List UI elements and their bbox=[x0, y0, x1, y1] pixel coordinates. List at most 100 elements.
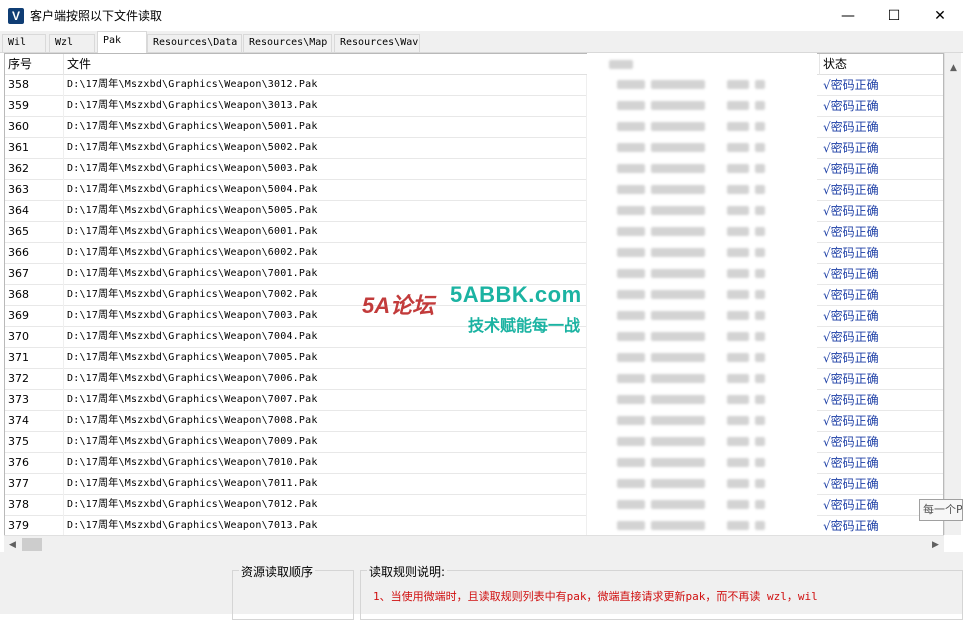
redacted-cell bbox=[755, 164, 765, 173]
row-index: 361 bbox=[5, 138, 64, 159]
redacted-cell bbox=[617, 227, 645, 236]
redacted-cell bbox=[651, 521, 705, 530]
redacted-cell bbox=[617, 164, 645, 173]
scroll-left-icon[interactable]: ◀ bbox=[4, 536, 21, 553]
redacted-cell bbox=[617, 290, 645, 299]
row-file-path: D:\17周年\Mszxbd\Graphics\Weapon\3013.Pak bbox=[64, 96, 587, 117]
redacted-cell bbox=[617, 395, 645, 404]
redacted-cell bbox=[727, 521, 749, 530]
row-status: √密码正确 bbox=[820, 285, 943, 306]
redacted-cell bbox=[727, 122, 749, 131]
rule-line-1: 1、当使用微端时，且读取规则列表中有pak，微端直接请求更新pak，而不再读 w… bbox=[373, 590, 818, 603]
row-index: 368 bbox=[5, 285, 64, 306]
tooltip: 每一个P bbox=[919, 499, 963, 521]
row-index: 375 bbox=[5, 432, 64, 453]
tab-bar: Wil Wzl Pak Resources\Data Resources\Map… bbox=[0, 31, 963, 53]
minimize-button[interactable]: — bbox=[825, 0, 871, 31]
redacted-cell bbox=[755, 332, 765, 341]
redacted-cell bbox=[727, 185, 749, 194]
row-index: 377 bbox=[5, 474, 64, 495]
read-order-group: 资源读取顺序 bbox=[232, 563, 354, 620]
row-status: √密码正确 bbox=[820, 474, 943, 495]
redacted-cell bbox=[755, 500, 765, 509]
horizontal-scroll-thumb[interactable] bbox=[22, 538, 42, 551]
redacted-cell bbox=[755, 101, 765, 110]
redacted-cell bbox=[651, 500, 705, 509]
column-header-status[interactable]: 状态 bbox=[820, 54, 943, 75]
row-index: 365 bbox=[5, 222, 64, 243]
redacted-cell bbox=[727, 416, 749, 425]
redacted-cell bbox=[727, 269, 749, 278]
redacted-cell bbox=[617, 122, 645, 131]
redacted-cell bbox=[727, 101, 749, 110]
redacted-cell bbox=[727, 479, 749, 488]
tab-wzl[interactable]: Wzl bbox=[49, 34, 95, 52]
redacted-cell bbox=[727, 227, 749, 236]
redacted-cell bbox=[651, 206, 705, 215]
redacted-cell bbox=[617, 479, 645, 488]
row-index: 363 bbox=[5, 180, 64, 201]
rules-group: 读取规则说明: 1、当使用微端时，且读取规则列表中有pak，微端直接请求更新pa… bbox=[360, 563, 963, 620]
row-index: 367 bbox=[5, 264, 64, 285]
redacted-cell bbox=[617, 458, 645, 467]
close-button[interactable]: ✕ bbox=[917, 0, 963, 31]
row-status: √密码正确 bbox=[820, 411, 943, 432]
row-file-path: D:\17周年\Mszxbd\Graphics\Weapon\7005.Pak bbox=[64, 348, 587, 369]
scroll-right-icon[interactable]: ▶ bbox=[927, 536, 944, 553]
tab-wil[interactable]: Wil bbox=[2, 34, 46, 52]
tab-resources-wav[interactable]: Resources\Wav bbox=[334, 34, 420, 52]
redacted-cell bbox=[617, 353, 645, 362]
row-file-path: D:\17周年\Mszxbd\Graphics\Weapon\7010.Pak bbox=[64, 453, 587, 474]
redacted-column bbox=[587, 53, 817, 564]
redacted-cell bbox=[617, 80, 645, 89]
redacted-cell bbox=[727, 395, 749, 404]
redacted-cell bbox=[651, 185, 705, 194]
row-file-path: D:\17周年\Mszxbd\Graphics\Weapon\5003.Pak bbox=[64, 159, 587, 180]
redacted-cell bbox=[651, 353, 705, 362]
column-header-index[interactable]: 序号 bbox=[5, 54, 64, 75]
row-index: 378 bbox=[5, 495, 64, 516]
tab-pak[interactable]: Pak bbox=[97, 31, 147, 53]
row-status: √密码正确 bbox=[820, 243, 943, 264]
redacted-cell bbox=[617, 332, 645, 341]
row-status: √密码正确 bbox=[820, 348, 943, 369]
redacted-cell bbox=[727, 80, 749, 89]
window-title: 客户端按照以下文件读取 bbox=[30, 9, 163, 23]
redacted-cell bbox=[617, 101, 645, 110]
row-file-path: D:\17周年\Mszxbd\Graphics\Weapon\3012.Pak bbox=[64, 75, 587, 96]
redacted-cell bbox=[727, 353, 749, 362]
close-icon: ✕ bbox=[934, 7, 946, 24]
redacted-cell bbox=[651, 479, 705, 488]
redacted-cell bbox=[755, 80, 765, 89]
tab-resources-data[interactable]: Resources\Data bbox=[147, 34, 242, 52]
redacted-cell bbox=[755, 290, 765, 299]
row-status: √密码正确 bbox=[820, 369, 943, 390]
maximize-button[interactable]: ☐ bbox=[871, 0, 917, 31]
row-index: 358 bbox=[5, 75, 64, 96]
redacted-cell bbox=[727, 458, 749, 467]
redacted-cell bbox=[617, 500, 645, 509]
row-status: √密码正确 bbox=[820, 159, 943, 180]
row-file-path: D:\17周年\Mszxbd\Graphics\Weapon\7006.Pak bbox=[64, 369, 587, 390]
row-index: 370 bbox=[5, 327, 64, 348]
redacted-cell bbox=[651, 437, 705, 446]
redacted-cell bbox=[651, 458, 705, 467]
vertical-scrollbar[interactable]: ▲ bbox=[944, 53, 961, 535]
bottom-panel: 资源读取顺序 读取规则说明: 1、当使用微端时，且读取规则列表中有pak，微端直… bbox=[0, 552, 963, 620]
redacted-cell bbox=[755, 437, 765, 446]
title-bar: V 客户端按照以下文件读取 — ☐ ✕ bbox=[0, 0, 963, 31]
row-file-path: D:\17周年\Mszxbd\Graphics\Weapon\7011.Pak bbox=[64, 474, 587, 495]
tab-resources-map[interactable]: Resources\Map bbox=[243, 34, 332, 52]
row-status: √密码正确 bbox=[820, 75, 943, 96]
watermark-logo: 5A论坛 bbox=[362, 293, 435, 318]
row-index: 372 bbox=[5, 369, 64, 390]
redacted-cell bbox=[617, 143, 645, 152]
row-index: 369 bbox=[5, 306, 64, 327]
redacted-cell bbox=[727, 164, 749, 173]
horizontal-scrollbar[interactable]: ◀ ▶ bbox=[4, 535, 944, 552]
row-file-path: D:\17周年\Mszxbd\Graphics\Weapon\6001.Pak bbox=[64, 222, 587, 243]
minimize-icon: — bbox=[841, 7, 855, 24]
redacted-cell bbox=[617, 206, 645, 215]
scroll-up-icon[interactable]: ▲ bbox=[945, 59, 962, 76]
redacted-cell bbox=[755, 269, 765, 278]
